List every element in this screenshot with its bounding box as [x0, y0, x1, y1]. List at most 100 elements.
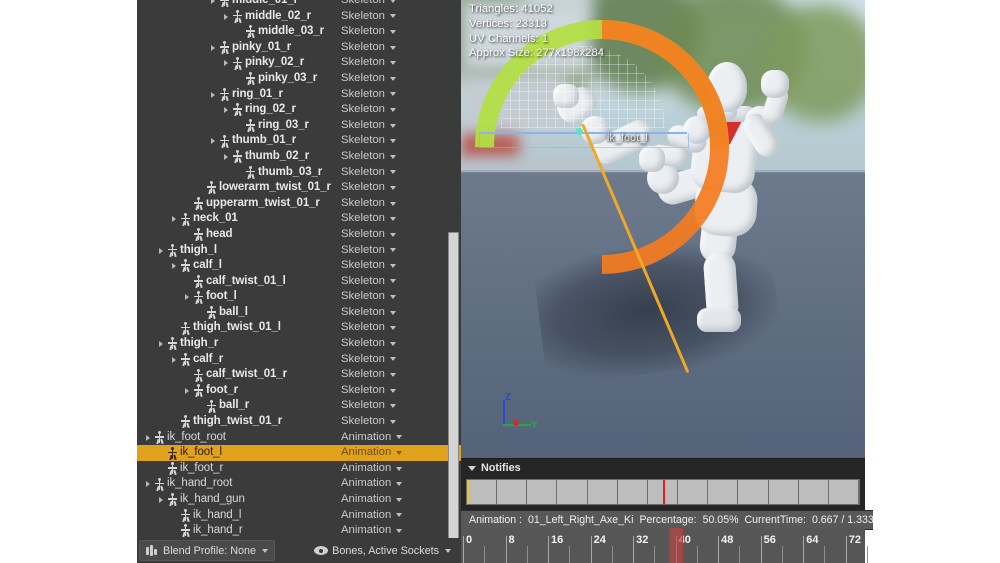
tree-row[interactable]: ring_03_r Skeleton	[137, 118, 461, 134]
retarget-mode-dropdown[interactable]: Skeleton	[341, 367, 396, 383]
tree-row[interactable]: pinky_03_r Skeleton	[137, 71, 461, 87]
notify-segment[interactable]	[738, 480, 769, 504]
tree-row[interactable]: ring_02_r Skeleton	[137, 102, 461, 118]
tree-row[interactable]: calf_l Skeleton	[137, 258, 461, 274]
expand-triangle-icon[interactable]	[171, 258, 180, 274]
notify-segment[interactable]	[618, 480, 648, 504]
retarget-mode-dropdown[interactable]: Skeleton	[341, 133, 396, 149]
tree-row[interactable]: ring_01_r Skeleton	[137, 87, 461, 103]
expand-triangle-icon[interactable]	[158, 243, 167, 259]
retarget-mode-dropdown[interactable]: Animation	[341, 461, 403, 477]
tree-row[interactable]: middle_01_r Skeleton	[137, 0, 461, 9]
expand-triangle-icon[interactable]	[171, 211, 180, 227]
tree-row[interactable]: calf_twist_01_l Skeleton	[137, 274, 461, 290]
retarget-mode-dropdown[interactable]: Skeleton	[341, 24, 396, 40]
tree-row[interactable]: middle_02_r Skeleton	[137, 9, 461, 25]
tree-row[interactable]: ik_hand_r Animation	[137, 523, 461, 538]
expand-triangle-icon[interactable]	[223, 149, 232, 165]
expand-triangle-icon[interactable]	[210, 40, 219, 56]
tree-row[interactable]: pinky_01_r Skeleton	[137, 40, 461, 56]
retarget-mode-dropdown[interactable]: Skeleton	[341, 352, 396, 368]
tree-row[interactable]: thigh_twist_01_l Skeleton	[137, 320, 461, 336]
tree-row[interactable]: pinky_02_r Skeleton	[137, 55, 461, 71]
retarget-mode-dropdown[interactable]: Skeleton	[341, 243, 396, 259]
notify-start-marker[interactable]	[467, 480, 470, 504]
expand-triangle-icon[interactable]	[145, 430, 154, 446]
retarget-mode-dropdown[interactable]: Skeleton	[341, 320, 396, 336]
gizmo-origin-handle[interactable]	[576, 128, 583, 135]
notify-segment[interactable]	[678, 480, 709, 504]
retarget-mode-dropdown[interactable]: Skeleton	[341, 180, 396, 196]
expand-triangle-icon[interactable]	[158, 492, 167, 508]
tree-row[interactable]: neck_01 Skeleton	[137, 211, 461, 227]
tree-scrollbar-thumb[interactable]	[448, 232, 459, 540]
retarget-mode-dropdown[interactable]: Skeleton	[341, 87, 396, 103]
collapse-triangle-icon[interactable]	[468, 465, 476, 471]
expand-triangle-icon[interactable]	[210, 87, 219, 103]
retarget-mode-dropdown[interactable]: Animation	[341, 476, 403, 492]
retarget-mode-dropdown[interactable]: Skeleton	[341, 336, 396, 352]
timeline-ruler[interactable]: 0 8 16 24 32 40 48 56 64 72	[461, 528, 868, 563]
notify-segment[interactable]	[527, 480, 558, 504]
notify-segment[interactable]	[769, 480, 799, 504]
tree-row[interactable]: ik_hand_gun Animation	[137, 492, 461, 508]
retarget-mode-dropdown[interactable]: Skeleton	[341, 118, 396, 134]
retarget-mode-dropdown[interactable]: Skeleton	[341, 102, 396, 118]
retarget-mode-dropdown[interactable]: Skeleton	[341, 40, 396, 56]
expand-triangle-icon[interactable]	[210, 133, 219, 149]
tree-row[interactable]: lowerarm_twist_01_r Skeleton	[137, 180, 461, 196]
tree-row[interactable]: foot_r Skeleton	[137, 383, 461, 399]
retarget-mode-dropdown[interactable]: Skeleton	[341, 71, 396, 87]
tree-row[interactable]: ball_r Skeleton	[137, 398, 461, 414]
skeleton-tree-rows[interactable]: middle_01_r Skeleton middle_02_r Skeleton mi…	[137, 0, 461, 538]
3d-viewport[interactable]: ik_foot_l Triangles: 41052 Vertices: 233…	[461, 0, 865, 458]
retarget-mode-dropdown[interactable]: Skeleton	[341, 258, 396, 274]
tree-row[interactable]: thumb_02_r Skeleton	[137, 149, 461, 165]
expand-triangle-icon[interactable]	[223, 9, 232, 25]
notifies-header[interactable]: Notifies	[461, 459, 865, 477]
tree-row[interactable]: calf_twist_01_r Skeleton	[137, 367, 461, 383]
retarget-mode-dropdown[interactable]: Animation	[341, 430, 403, 446]
notify-segment[interactable]	[708, 480, 739, 504]
retarget-mode-dropdown[interactable]: Skeleton	[341, 383, 396, 399]
expand-triangle-icon[interactable]	[184, 383, 193, 399]
tree-row[interactable]: ball_l Skeleton	[137, 305, 461, 321]
retarget-mode-dropdown[interactable]: Skeleton	[341, 196, 396, 212]
retarget-mode-dropdown[interactable]: Skeleton	[341, 149, 396, 165]
retarget-mode-dropdown[interactable]: Skeleton	[341, 211, 396, 227]
retarget-mode-dropdown[interactable]: Animation	[341, 523, 403, 538]
tree-row[interactable]: foot_l Skeleton	[137, 289, 461, 305]
expand-triangle-icon[interactable]	[184, 289, 193, 305]
retarget-mode-dropdown[interactable]: Animation	[341, 492, 403, 508]
notify-segment[interactable]	[799, 480, 829, 504]
retarget-mode-dropdown[interactable]: Skeleton	[341, 414, 396, 430]
tree-row[interactable]: ik_hand_l Animation	[137, 508, 461, 524]
ruler-playhead[interactable]	[668, 528, 683, 563]
notifies-track[interactable]	[466, 479, 860, 505]
retarget-mode-dropdown[interactable]: Skeleton	[341, 55, 396, 71]
retarget-mode-dropdown[interactable]: Skeleton	[341, 165, 396, 181]
expand-triangle-icon[interactable]	[210, 0, 219, 9]
tree-row[interactable]: thumb_01_r Skeleton	[137, 133, 461, 149]
notify-segment[interactable]	[467, 480, 498, 504]
notify-segment[interactable]	[557, 480, 588, 504]
retarget-mode-dropdown[interactable]: Skeleton	[341, 289, 396, 305]
tree-row[interactable]: thigh_twist_01_r Skeleton	[137, 414, 461, 430]
retarget-mode-dropdown[interactable]: Animation	[341, 445, 403, 461]
expand-triangle-icon[interactable]	[145, 476, 154, 492]
tree-vertical-scrollbar[interactable]	[448, 0, 459, 540]
expand-triangle-icon[interactable]	[223, 102, 232, 118]
retarget-mode-dropdown[interactable]: Skeleton	[341, 227, 396, 243]
tree-row[interactable]: ik_hand_root Animation	[137, 476, 461, 492]
retarget-mode-dropdown[interactable]: Skeleton	[341, 274, 396, 290]
tree-row[interactable]: ik_foot_r Animation	[137, 461, 461, 477]
tree-row[interactable]: thigh_l Skeleton	[137, 243, 461, 259]
notifies-playhead[interactable]	[663, 480, 666, 504]
retarget-mode-dropdown[interactable]: Skeleton	[341, 305, 396, 321]
notify-segment[interactable]	[588, 480, 618, 504]
tree-row[interactable]: thigh_r Skeleton	[137, 336, 461, 352]
expand-triangle-icon[interactable]	[223, 55, 232, 71]
retarget-mode-dropdown[interactable]: Skeleton	[341, 9, 396, 25]
tree-row[interactable]: head Skeleton	[137, 227, 461, 243]
retarget-mode-dropdown[interactable]: Skeleton	[341, 398, 396, 414]
